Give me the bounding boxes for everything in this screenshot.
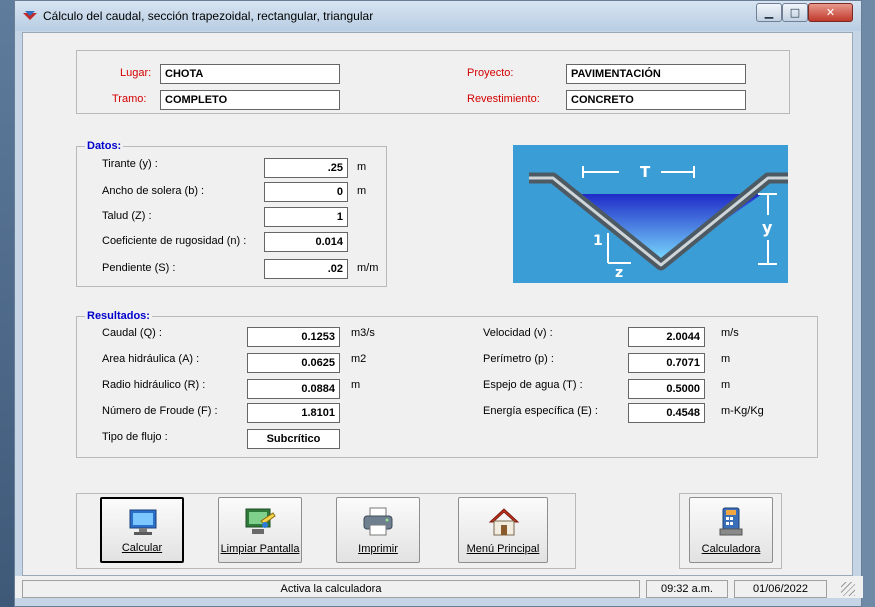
resize-grip[interactable] bbox=[841, 582, 855, 596]
ancho-label: Ancho de solera (b) : bbox=[102, 185, 205, 197]
diagram-label-one: 1 bbox=[593, 233, 603, 249]
lugar-field[interactable]: CHOTA bbox=[160, 64, 340, 84]
desktop-background bbox=[0, 0, 14, 607]
revestimiento-field[interactable]: CONCRETO bbox=[566, 90, 746, 110]
froude-label: Número de Froude (F) : bbox=[102, 405, 218, 417]
area-unit: m2 bbox=[351, 353, 367, 365]
imprimir-label: Imprimir bbox=[358, 543, 398, 555]
maximize-icon: □ bbox=[789, 6, 801, 19]
tramo-field[interactable]: COMPLETO bbox=[160, 90, 340, 110]
espejo-label: Espejo de agua (T) : bbox=[483, 379, 583, 391]
tirante-input[interactable]: .25 bbox=[264, 158, 348, 178]
velocidad-unit: m/s bbox=[721, 327, 739, 339]
velocidad-label: Velocidad (v) : bbox=[483, 327, 553, 339]
radio-unit: m bbox=[351, 379, 361, 391]
lugar-label: Lugar: bbox=[120, 67, 152, 79]
caudal-label: Caudal (Q) : bbox=[102, 327, 162, 339]
pendiente-label: Pendiente (S) : bbox=[102, 262, 176, 274]
monitor-icon bbox=[129, 509, 157, 535]
tipo-flujo-label: Tipo de flujo : bbox=[102, 431, 168, 443]
menu-principal-button[interactable]: Menú Principal bbox=[458, 497, 548, 563]
radio-output: 0.0884 bbox=[247, 379, 340, 399]
calcular-label: Calcular bbox=[121, 542, 163, 554]
diagram-label-z: z bbox=[615, 265, 623, 281]
espejo-output: 0.5000 bbox=[628, 379, 705, 399]
title-bar: Cálculo del caudal, sección trapezoidal,… bbox=[15, 1, 861, 31]
app-icon bbox=[23, 11, 37, 20]
home-icon bbox=[488, 508, 520, 536]
close-icon: ✕ bbox=[825, 6, 836, 19]
status-date: 01/06/2022 bbox=[734, 580, 827, 598]
calculator-icon bbox=[719, 507, 743, 536]
radio-label: Radio hidráulico (R) : bbox=[102, 379, 206, 391]
tirante-label: Tirante (y) : bbox=[102, 158, 158, 170]
window-title: Cálculo del caudal, sección trapezoidal,… bbox=[43, 9, 374, 23]
pendiente-unit: m/m bbox=[357, 262, 379, 274]
espejo-unit: m bbox=[721, 379, 731, 391]
perimetro-label: Perímetro (p) : bbox=[483, 353, 554, 365]
ancho-input[interactable]: 0 bbox=[264, 182, 348, 202]
velocidad-output: 2.0044 bbox=[628, 327, 705, 347]
revestimiento-label: Revestimiento: bbox=[467, 93, 540, 105]
limpiar-label: Limpiar Pantalla bbox=[220, 543, 300, 555]
tramo-label: Tramo: bbox=[112, 93, 147, 105]
talud-label: Talud (Z) : bbox=[102, 210, 152, 222]
status-bar: Activa la calculadora 09:32 a.m. 01/06/2… bbox=[15, 576, 863, 598]
area-output: 0.0625 bbox=[247, 353, 340, 373]
trapezoid-channel-diagram: T y 1 z bbox=[513, 145, 788, 283]
minimize-button[interactable]: ▁ bbox=[756, 3, 782, 22]
caudal-output: 0.1253 bbox=[247, 327, 340, 347]
maximize-button[interactable]: □ bbox=[782, 3, 808, 22]
client-area: Lugar: CHOTA Tramo: COMPLETO Proyecto: P… bbox=[22, 32, 853, 576]
froude-output: 1.8101 bbox=[247, 403, 340, 423]
status-message: Activa la calculadora bbox=[22, 580, 640, 598]
area-label: Area hidráulica (A) : bbox=[102, 353, 200, 365]
proyecto-label: Proyecto: bbox=[467, 67, 514, 79]
energia-output: 0.4548 bbox=[628, 403, 705, 423]
rugosidad-label: Coeficiente de rugosidad (n) : bbox=[102, 235, 247, 247]
perimetro-unit: m bbox=[721, 353, 731, 365]
calculadora-label: Calculadora bbox=[701, 543, 761, 555]
diagram-label-y: y bbox=[762, 218, 773, 237]
limpiar-pantalla-button[interactable]: Limpiar Pantalla bbox=[218, 497, 302, 563]
energia-label: Energía específica (E) : bbox=[483, 405, 598, 417]
minimize-icon: ▁ bbox=[764, 6, 774, 19]
status-time: 09:32 a.m. bbox=[646, 580, 728, 598]
perimetro-output: 0.7071 bbox=[628, 353, 705, 373]
tipo-flujo-output: Subcrítico bbox=[247, 429, 340, 449]
rugosidad-input[interactable]: 0.014 bbox=[264, 232, 348, 252]
clear-screen-icon bbox=[245, 508, 276, 534]
diagram-label-T: T bbox=[640, 163, 651, 181]
datos-legend: Datos: bbox=[85, 140, 124, 152]
caudal-unit: m3/s bbox=[351, 327, 375, 339]
ancho-unit: m bbox=[357, 185, 367, 197]
calculadora-button[interactable]: Calculadora bbox=[689, 497, 773, 563]
proyecto-field[interactable]: PAVIMENTACIÓN bbox=[566, 64, 746, 84]
app-window: Cálculo del caudal, sección trapezoidal,… bbox=[14, 0, 863, 607]
resultados-legend: Resultados: bbox=[85, 310, 152, 322]
calcular-button[interactable]: Calcular bbox=[100, 497, 184, 563]
menu-principal-label: Menú Principal bbox=[466, 543, 540, 555]
pendiente-input[interactable]: .02 bbox=[264, 259, 348, 279]
close-button[interactable]: ✕ bbox=[808, 3, 853, 22]
printer-icon bbox=[363, 507, 393, 536]
energia-unit: m-Kg/Kg bbox=[721, 405, 764, 417]
imprimir-button[interactable]: Imprimir bbox=[336, 497, 420, 563]
tirante-unit: m bbox=[357, 161, 367, 173]
talud-input[interactable]: 1 bbox=[264, 207, 348, 227]
